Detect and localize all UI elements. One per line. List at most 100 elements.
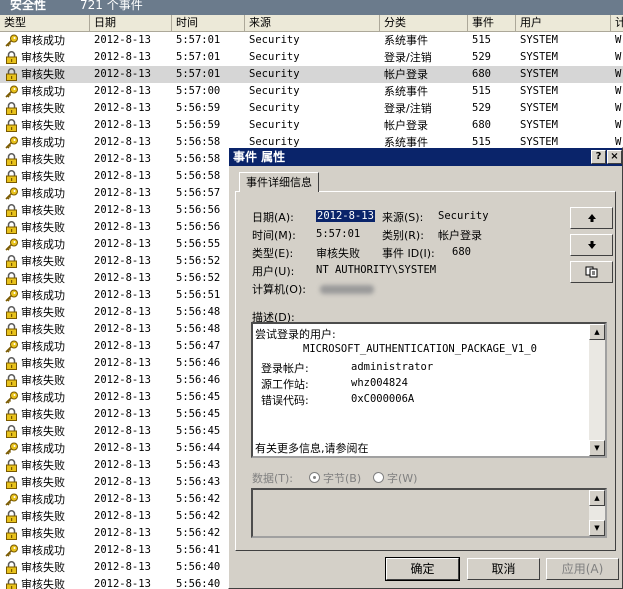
date-label: 日期(A): (252, 211, 294, 224)
dialog-title-bar[interactable]: 事件 属性 ? × (229, 148, 622, 166)
scroll-down-icon[interactable]: ▼ (589, 520, 605, 536)
event-type: 审核失败 (21, 476, 65, 489)
column-time[interactable]: 时间 (172, 15, 245, 32)
words-radio[interactable] (373, 472, 384, 483)
event-type-cell: 审核失败 (2, 202, 90, 219)
close-icon: × (610, 151, 619, 162)
help-button[interactable]: ? (591, 150, 606, 164)
lock-icon (6, 102, 17, 115)
event-type: 审核失败 (21, 221, 65, 234)
event-type-cell: 审核失败 (2, 508, 90, 525)
date-value[interactable]: 2012-8-13 (316, 210, 375, 222)
event-date: 2012-8-13 (94, 306, 151, 318)
lock-icon (6, 204, 17, 217)
event-type-cell: 审核失败 (2, 406, 90, 423)
event-type: 审核失败 (21, 374, 65, 387)
event-date: 2012-8-13 (94, 527, 151, 539)
event-type: 审核成功 (21, 340, 65, 353)
event-date: 2012-8-13 (94, 170, 151, 182)
scroll-up-icon[interactable]: ▲ (589, 490, 605, 506)
event-date: 2012-8-13 (94, 34, 151, 46)
description-line: 0xC000006A (351, 393, 415, 405)
table-row[interactable]: 审核成功 2012-8-13 5:57:01 Security 系统事件 515 SYSTE… (0, 32, 623, 49)
data-scrollbar[interactable]: ▲ ▼ (589, 490, 605, 536)
event-user: SYSTEM (520, 51, 558, 63)
event-user: SYSTEM (520, 119, 558, 131)
cancel-button[interactable]: 取消 (467, 558, 540, 580)
description-text-box[interactable]: 尝试登录的用户: MICROSOFT_AUTHENTICATION_PACKAG… (251, 322, 607, 458)
event-source: Security (249, 102, 300, 114)
scroll-down-icon[interactable]: ▼ (589, 440, 605, 456)
lock-icon (6, 510, 17, 523)
close-button[interactable]: × (607, 150, 622, 164)
column-category[interactable]: 分类 (380, 15, 468, 32)
bytes-radio[interactable] (309, 472, 320, 483)
data-text-box[interactable]: ▲ ▼ (251, 488, 607, 538)
event-time: 5:56:59 (176, 119, 221, 131)
event-type-cell: 审核失败 (2, 49, 90, 66)
scroll-up-icon[interactable]: ▲ (589, 324, 605, 340)
description-scrollbar[interactable]: ▲ ▼ (589, 324, 605, 456)
description-line: 源工作站: (261, 378, 309, 391)
event-category: 系统事件 (384, 85, 428, 98)
lock-icon (6, 459, 17, 472)
event-type: 审核成功 (21, 187, 65, 200)
event-type-cell: 审核成功 (2, 542, 90, 559)
event-date: 2012-8-13 (94, 153, 151, 165)
event-type: 审核失败 (21, 578, 65, 589)
description-line: MICROSOFT_AUTHENTICATION_PACKAGE_V1_0 (303, 343, 537, 355)
lock-icon (6, 425, 17, 438)
ok-button[interactable]: 确定 (385, 557, 460, 581)
apply-button[interactable]: 应用(A) (546, 558, 619, 580)
lock-icon (6, 119, 17, 132)
event-type-cell: 审核失败 (2, 559, 90, 576)
lock-icon (6, 68, 17, 81)
lock-icon (6, 357, 17, 370)
column-computer[interactable]: 计 (611, 15, 623, 32)
bytes-radio-label[interactable]: 字节(B) (323, 470, 361, 486)
column-date[interactable]: 日期 (90, 15, 172, 32)
event-source: Security (249, 68, 300, 80)
event-date: 2012-8-13 (94, 561, 151, 573)
event-date: 2012-8-13 (94, 68, 151, 80)
table-row[interactable]: 审核失败 2012-8-13 5:56:59 Security 帐户登录 680 SYSTE… (0, 117, 623, 134)
column-user[interactable]: 用户 (516, 15, 611, 32)
source-value[interactable]: Security (438, 210, 489, 222)
event-type-cell: 审核失败 (2, 321, 90, 338)
event-type: 审核失败 (21, 68, 65, 81)
table-row[interactable]: 审核失败 2012-8-13 5:57:01 Security 登录/注销 529 SYST… (0, 49, 623, 66)
event-type: 审核失败 (21, 204, 65, 217)
event-date: 2012-8-13 (94, 187, 151, 199)
next-event-button[interactable] (570, 234, 613, 256)
event-count: 721 个事件 (80, 0, 143, 12)
copy-button[interactable] (570, 261, 613, 283)
event-type: 审核成功 (21, 442, 65, 455)
event-id-value[interactable]: 680 (452, 246, 471, 258)
lock-icon (6, 153, 17, 166)
event-computer: W (615, 102, 622, 114)
column-type[interactable]: 类型 (0, 15, 90, 32)
event-computer: W (615, 85, 622, 97)
category-value[interactable]: 帐户登录 (438, 227, 482, 243)
time-value[interactable]: 5:57:01 (316, 228, 360, 240)
event-computer: W (615, 119, 622, 131)
table-row[interactable]: 审核成功 2012-8-13 5:57:00 Security 系统事件 515 SYSTE… (0, 83, 623, 100)
column-event[interactable]: 事件 (468, 15, 516, 32)
event-date: 2012-8-13 (94, 425, 151, 437)
event-type: 审核失败 (21, 357, 65, 370)
event-date: 2012-8-13 (94, 51, 151, 63)
previous-event-button[interactable] (570, 207, 613, 229)
table-row[interactable]: 审核失败 2012-8-13 5:57:01 Security 帐户登录 680 SYSTE… (0, 66, 623, 83)
event-time: 5:56:59 (176, 102, 221, 114)
tab-event-details[interactable]: 事件详细信息 (239, 172, 319, 192)
words-radio-label[interactable]: 字(W) (387, 470, 417, 486)
description-line: 有关更多信息,请参阅在 (255, 442, 369, 455)
table-row[interactable]: 审核失败 2012-8-13 5:56:59 Security 登录/注销 529 SYST… (0, 100, 623, 117)
type-value[interactable]: 审核失败 (316, 245, 360, 261)
user-value[interactable]: NT AUTHORITY\SYSTEM (316, 264, 436, 276)
window-title-bar: 安全性 721 个事件 (0, 0, 623, 15)
event-category: 帐户登录 (384, 68, 428, 81)
event-type: 审核失败 (21, 306, 65, 319)
column-source[interactable]: 来源 (245, 15, 380, 32)
event-date: 2012-8-13 (94, 357, 151, 369)
